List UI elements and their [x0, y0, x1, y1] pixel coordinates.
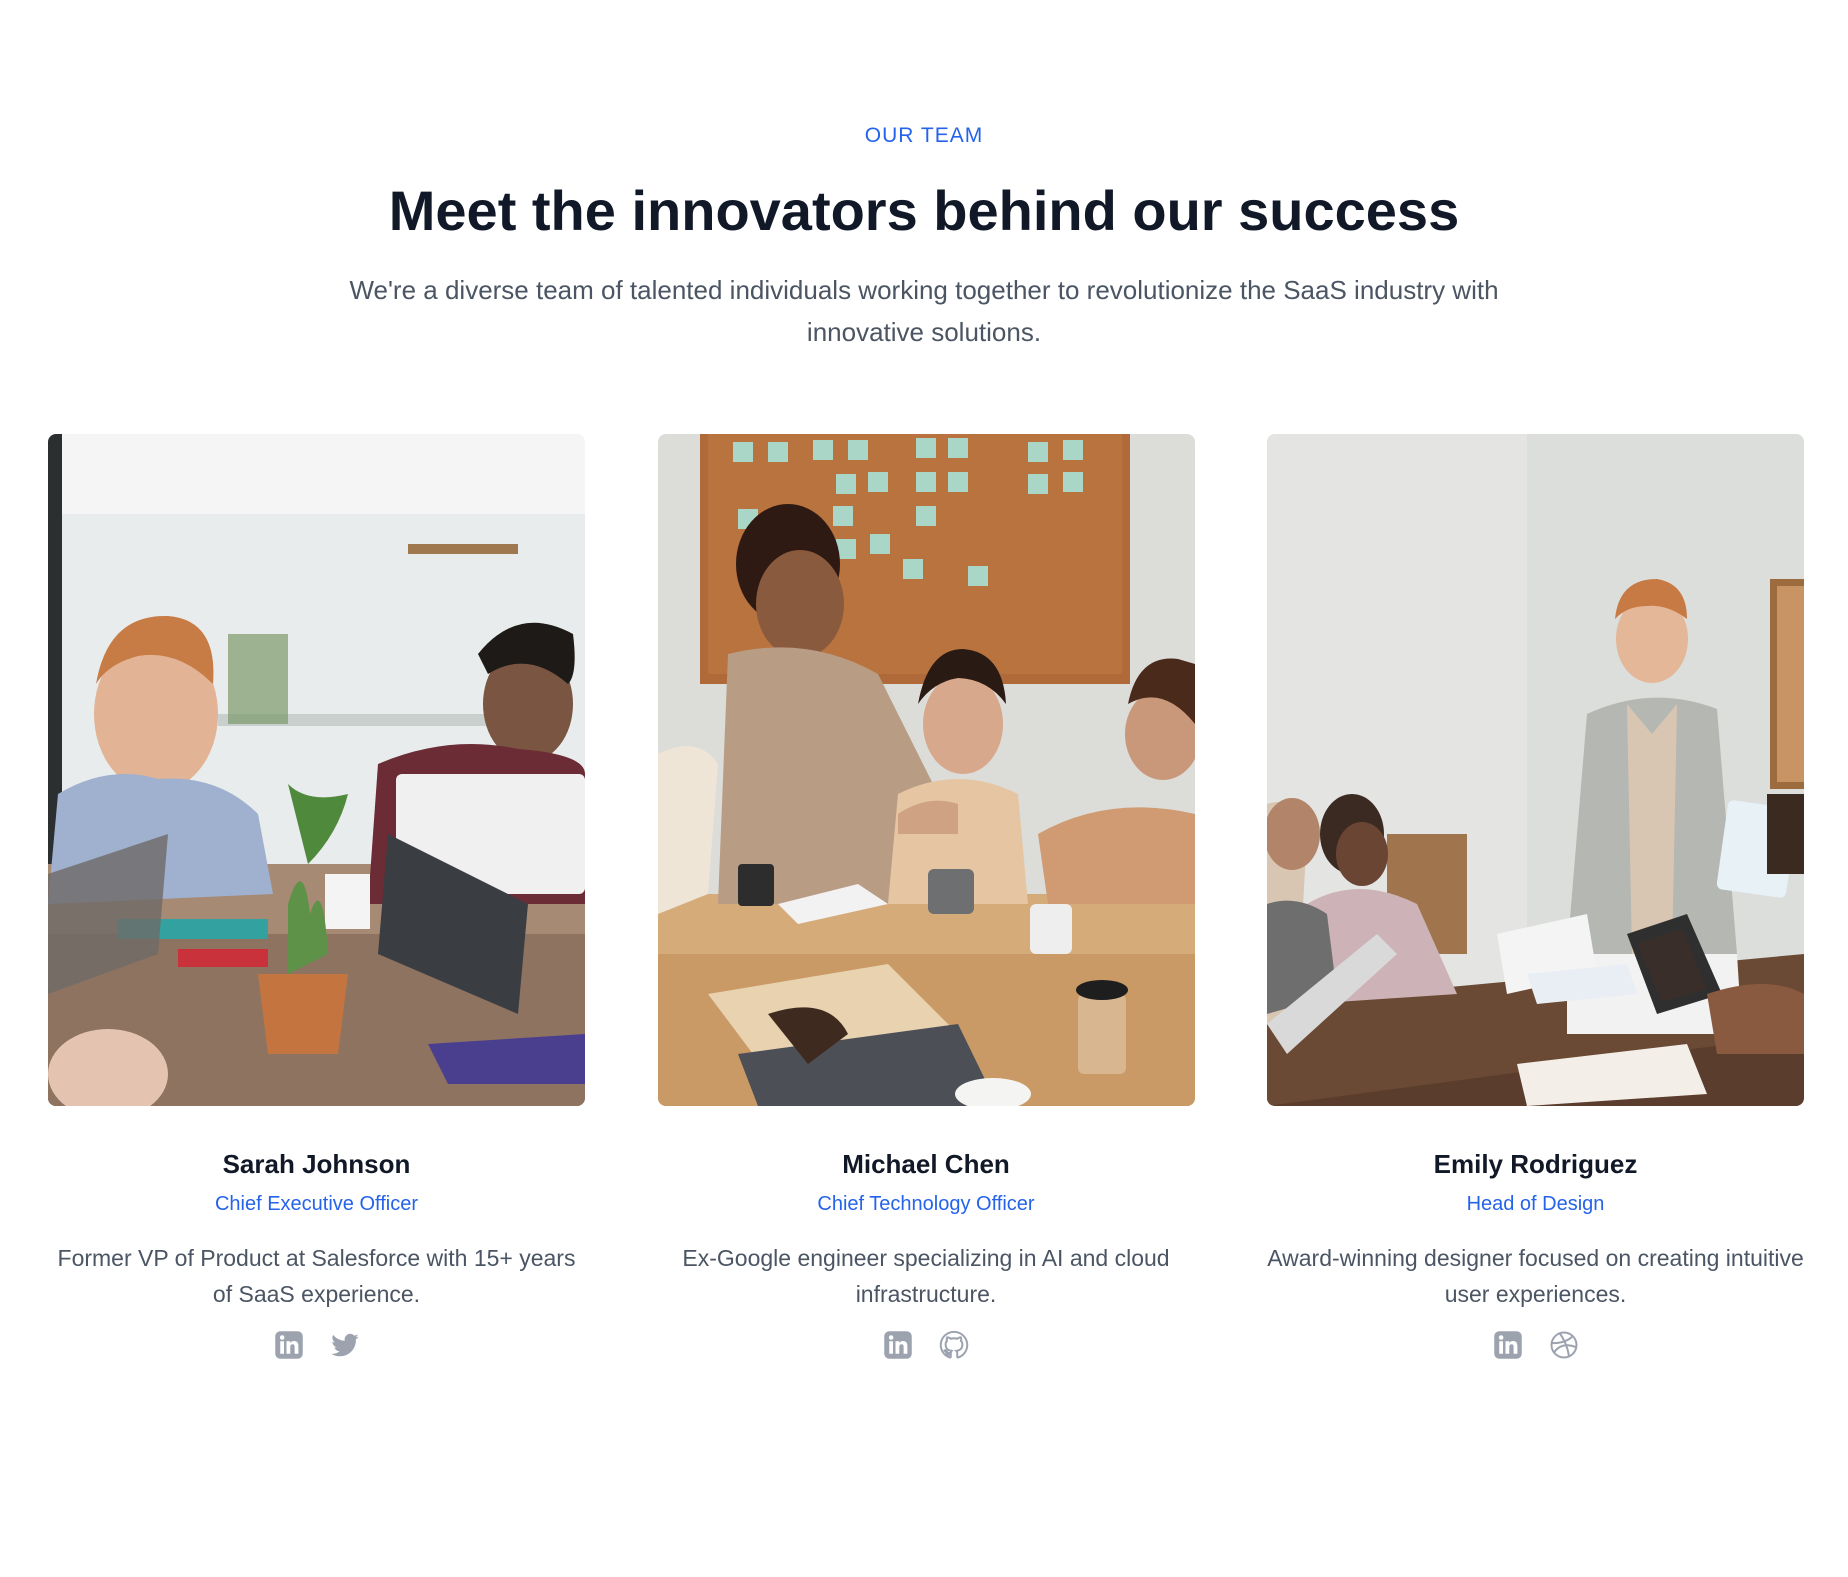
- team-grid: Sarah Johnson Chief Executive Officer Fo…: [48, 434, 1804, 1360]
- team-card-michael-chen: Michael Chen Chief Technology Officer Ex…: [657, 434, 1195, 1360]
- github-icon[interactable]: [939, 1330, 969, 1360]
- member-role: Head of Design: [1466, 1193, 1605, 1215]
- linkedin-icon[interactable]: [883, 1330, 913, 1360]
- member-role: Chief Technology Officer: [817, 1193, 1035, 1215]
- team-card-sarah-johnson: Sarah Johnson Chief Executive Officer Fo…: [48, 434, 585, 1360]
- member-bio: Former VP of Product at Salesforce with …: [57, 1245, 576, 1307]
- social-links: [658, 1330, 1195, 1360]
- section-subtitle: We're a diverse team of talented individ…: [349, 275, 1499, 347]
- member-bio: Ex-Google engineer specializing in AI an…: [682, 1245, 1170, 1307]
- member-name: Sarah Johnson: [222, 1149, 411, 1179]
- social-links: [48, 1330, 585, 1360]
- linkedin-icon[interactable]: [1493, 1330, 1523, 1360]
- member-role: Chief Executive Officer: [214, 1193, 419, 1215]
- member-name: Emily Rodriguez: [1433, 1149, 1638, 1179]
- team-card-emily-rodriguez: Emily Rodriguez Head of Design Award-win…: [1267, 434, 1804, 1360]
- presentation-meeting-photo: [1267, 434, 1804, 1106]
- team-section: OUR TEAM Meet the innovators behind our …: [0, 0, 1848, 1577]
- social-links: [1267, 1330, 1804, 1360]
- linkedin-icon[interactable]: [274, 1330, 304, 1360]
- section-title: Meet the innovators behind our success: [388, 179, 1460, 242]
- twitter-icon[interactable]: [330, 1330, 360, 1360]
- member-bio: Award-winning designer focused on creati…: [1267, 1245, 1804, 1307]
- dribbble-icon[interactable]: [1549, 1330, 1579, 1360]
- member-name: Michael Chen: [842, 1149, 1010, 1179]
- team-meeting-photo: [48, 434, 585, 1106]
- section-header: OUR TEAM Meet the innovators behind our …: [0, 122, 1848, 353]
- section-eyebrow: OUR TEAM: [864, 124, 984, 147]
- handshake-meeting-photo: [657, 434, 1195, 1106]
